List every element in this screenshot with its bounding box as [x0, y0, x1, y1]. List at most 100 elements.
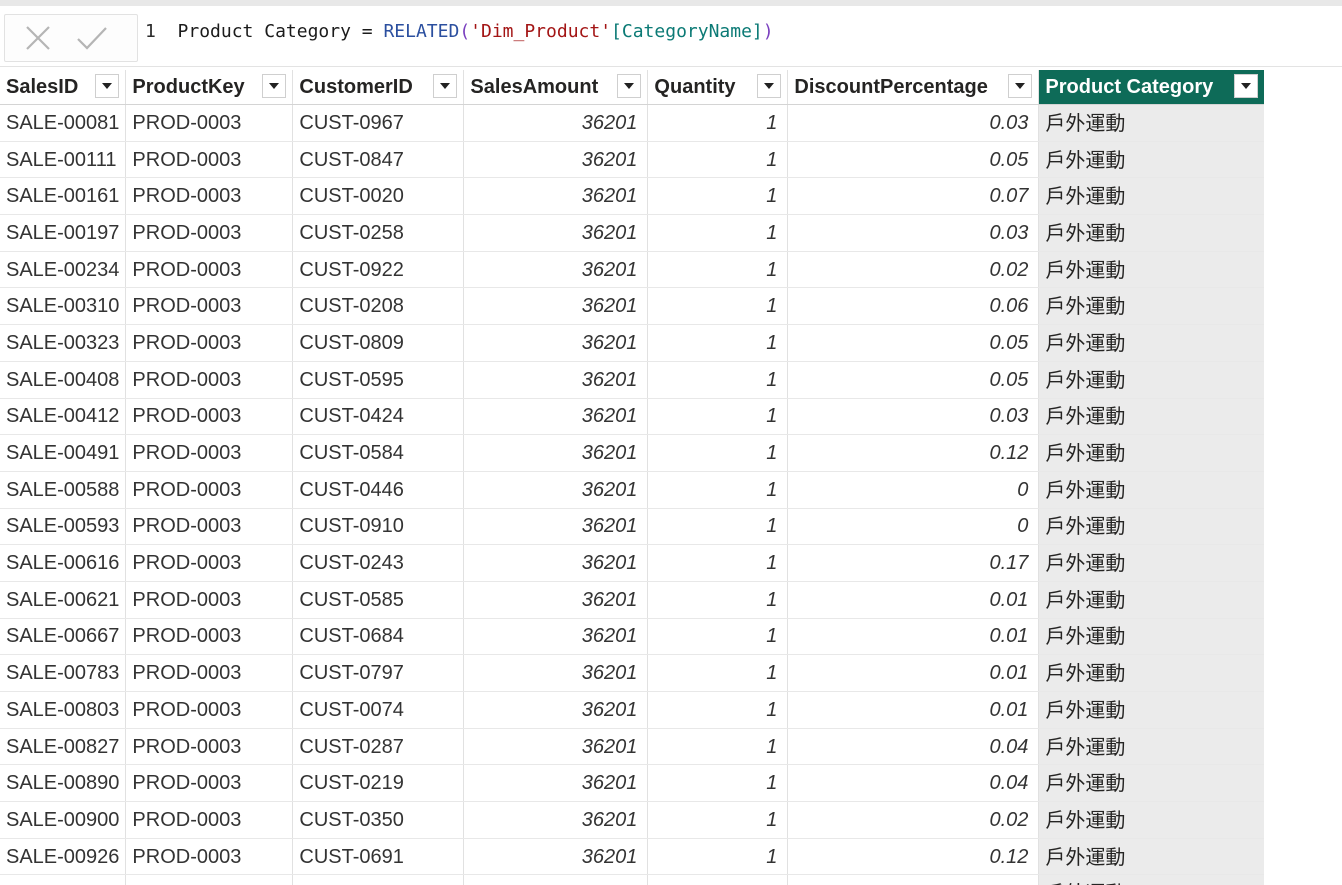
- table-cell[interactable]: 1: [647, 214, 789, 252]
- column-header[interactable]: SalesAmount: [463, 70, 649, 105]
- table-cell[interactable]: 戶外運動: [1038, 177, 1266, 216]
- table-cell[interactable]: 戶外運動: [1038, 801, 1266, 839]
- table-cell[interactable]: 0.06: [787, 287, 1040, 326]
- table-cell[interactable]: PROD-0003: [125, 398, 294, 436]
- table-cell[interactable]: PROD-0003: [125, 728, 294, 766]
- table-cell[interactable]: PROD-0003: [125, 838, 294, 876]
- table-cell[interactable]: 1: [647, 508, 789, 546]
- table-cell[interactable]: PROD-0003: [125, 581, 294, 619]
- table-cell[interactable]: PROD-0003: [125, 361, 294, 399]
- table-cell[interactable]: 1: [647, 398, 789, 436]
- table-cell[interactable]: 戶外運動: [1038, 691, 1266, 729]
- table-cell[interactable]: 0.02: [787, 251, 1040, 289]
- table-cell[interactable]: PROD-0003: [125, 874, 294, 885]
- table-cell[interactable]: 0.07: [787, 177, 1040, 216]
- table-cell[interactable]: 戶外運動: [1038, 214, 1266, 252]
- filter-dropdown-button[interactable]: [617, 74, 642, 98]
- table-cell[interactable]: CUST-0595: [292, 361, 465, 399]
- table-cell[interactable]: SALE-00936: [0, 874, 127, 885]
- table-cell[interactable]: SALE-00412: [0, 398, 127, 436]
- table-cell[interactable]: CUST-0847: [292, 141, 465, 179]
- table-cell[interactable]: 1: [647, 728, 789, 766]
- table-cell[interactable]: 戶外運動: [1038, 874, 1266, 885]
- table-cell[interactable]: CUST-0584: [292, 434, 465, 472]
- table-cell[interactable]: 0.01: [787, 691, 1040, 729]
- filter-dropdown-button[interactable]: [433, 74, 458, 98]
- table-cell[interactable]: 戶外運動: [1038, 838, 1266, 876]
- table-cell[interactable]: PROD-0003: [125, 177, 294, 216]
- table-cell[interactable]: 1: [647, 764, 789, 803]
- table-cell[interactable]: 36201: [463, 764, 649, 803]
- table-cell[interactable]: CUST-0258: [292, 214, 465, 252]
- table-cell[interactable]: SALE-00890: [0, 764, 127, 803]
- table-cell[interactable]: 36201: [463, 544, 649, 582]
- table-cell[interactable]: CUST-0585: [292, 581, 465, 619]
- table-cell[interactable]: PROD-0003: [125, 764, 294, 803]
- table-cell[interactable]: 1: [647, 691, 789, 729]
- table-cell[interactable]: 戶外運動: [1038, 287, 1266, 326]
- column-header[interactable]: DiscountPercentage: [787, 70, 1040, 105]
- table-cell[interactable]: PROD-0003: [125, 104, 294, 142]
- table-cell[interactable]: 36201: [463, 287, 649, 326]
- table-cell[interactable]: 戶外運動: [1038, 471, 1266, 509]
- column-header[interactable]: ProductKey: [125, 70, 294, 105]
- table-cell[interactable]: SALE-00323: [0, 324, 127, 362]
- table-cell[interactable]: PROD-0003: [125, 508, 294, 546]
- table-cell[interactable]: 36201: [463, 398, 649, 436]
- table-cell[interactable]: 戶外運動: [1038, 398, 1266, 436]
- table-cell[interactable]: SALE-00667: [0, 618, 127, 656]
- table-cell[interactable]: 0.12: [787, 838, 1040, 876]
- column-header[interactable]: Quantity: [647, 70, 789, 105]
- table-cell[interactable]: PROD-0003: [125, 544, 294, 582]
- table-cell[interactable]: 36201: [463, 177, 649, 216]
- table-cell[interactable]: 1: [647, 581, 789, 619]
- table-cell[interactable]: SALE-00234: [0, 251, 127, 289]
- table-cell[interactable]: CUST-0424: [292, 398, 465, 436]
- table-cell[interactable]: 36201: [463, 618, 649, 656]
- table-cell[interactable]: SALE-00926: [0, 838, 127, 876]
- table-cell[interactable]: 0.02: [787, 801, 1040, 839]
- table-cell[interactable]: 戶外運動: [1038, 544, 1266, 582]
- table-cell[interactable]: SALE-00111: [0, 141, 127, 179]
- table-cell[interactable]: CUST-0243: [292, 544, 465, 582]
- table-cell[interactable]: 0.03: [787, 214, 1040, 252]
- table-cell[interactable]: PROD-0003: [125, 434, 294, 472]
- table-cell[interactable]: 1: [647, 287, 789, 326]
- table-cell[interactable]: 36201: [463, 508, 649, 546]
- table-cell[interactable]: 0.17: [787, 544, 1040, 582]
- table-cell[interactable]: SALE-00827: [0, 728, 127, 766]
- table-cell[interactable]: 0.04: [787, 764, 1040, 803]
- table-cell[interactable]: 戶外運動: [1038, 618, 1266, 656]
- table-cell[interactable]: 36201: [463, 141, 649, 179]
- table-cell[interactable]: CUST-0287: [292, 728, 465, 766]
- table-cell[interactable]: SALE-00197: [0, 214, 127, 252]
- table-cell[interactable]: 1: [647, 618, 789, 656]
- table-cell[interactable]: 戶外運動: [1038, 508, 1266, 546]
- table-cell[interactable]: 1: [647, 177, 789, 216]
- table-cell[interactable]: 0.04: [787, 728, 1040, 766]
- table-cell[interactable]: 36201: [463, 361, 649, 399]
- table-cell[interactable]: 0.03: [787, 398, 1040, 436]
- table-cell[interactable]: PROD-0003: [125, 141, 294, 179]
- table-cell[interactable]: 戶外運動: [1038, 251, 1266, 289]
- table-cell[interactable]: 0: [787, 471, 1040, 509]
- table-cell[interactable]: 36201: [463, 324, 649, 362]
- table-cell[interactable]: 戶外運動: [1038, 434, 1266, 472]
- table-cell[interactable]: 36201: [463, 581, 649, 619]
- table-cell[interactable]: PROD-0003: [125, 691, 294, 729]
- cancel-button[interactable]: [21, 21, 55, 55]
- table-cell[interactable]: PROD-0003: [125, 214, 294, 252]
- table-cell[interactable]: 1: [647, 874, 789, 885]
- table-cell[interactable]: SALE-00621: [0, 581, 127, 619]
- table-cell[interactable]: SALE-00803: [0, 691, 127, 729]
- table-cell[interactable]: 戶外運動: [1038, 654, 1266, 692]
- table-cell[interactable]: CUST-0691: [292, 838, 465, 876]
- table-cell[interactable]: 1: [647, 361, 789, 399]
- table-cell[interactable]: 1: [647, 251, 789, 289]
- formula-input[interactable]: 1 Product Category = RELATED('Dim_Produc…: [145, 20, 774, 44]
- table-cell[interactable]: 0.01: [787, 581, 1040, 619]
- table-cell[interactable]: PROD-0003: [125, 324, 294, 362]
- table-cell[interactable]: 0.05: [787, 141, 1040, 179]
- table-cell[interactable]: SALE-00161: [0, 177, 127, 216]
- table-cell[interactable]: 36201: [463, 104, 649, 142]
